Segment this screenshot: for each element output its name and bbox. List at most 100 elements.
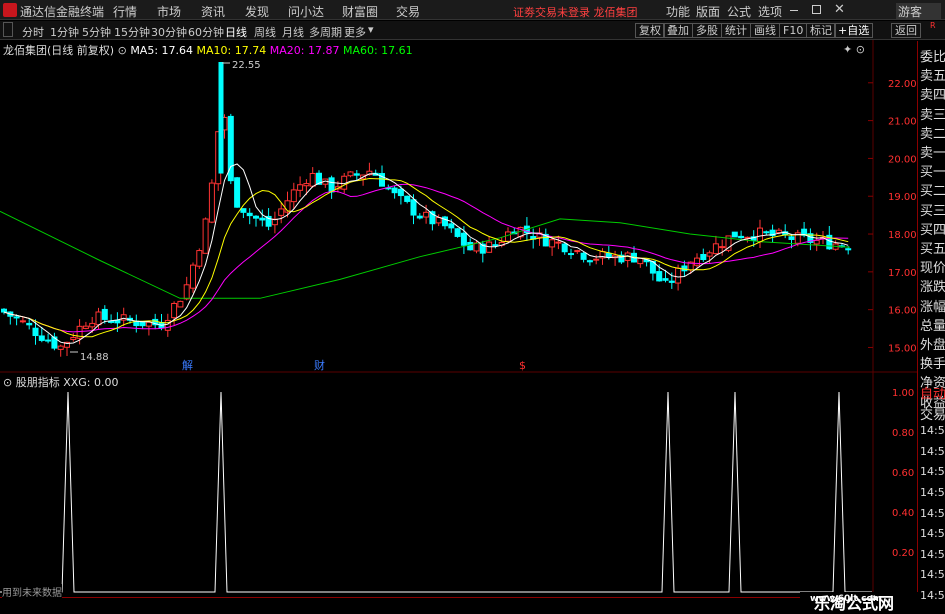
candle-body xyxy=(309,172,316,187)
panel-lower-0: 自动 xyxy=(920,387,945,402)
price-tick-label: 22.00 xyxy=(888,79,917,90)
minimize-icon[interactable] xyxy=(790,10,798,11)
panel-lower-8: 14:56 xyxy=(920,547,945,561)
candle-body xyxy=(656,271,663,282)
panel-row-11: 现价 xyxy=(920,261,945,277)
stock-label[interactable]: 龙佰集团(日线 前复权) xyxy=(3,44,114,57)
tab-daily[interactable]: 日线 xyxy=(225,24,247,40)
chart-options-icon[interactable]: ✦ ⊙ xyxy=(843,43,865,56)
draw-button[interactable]: 画线 xyxy=(750,23,780,38)
price-grid xyxy=(0,40,918,597)
tab-5min[interactable]: 5分钟 xyxy=(82,24,111,40)
fuquan-button[interactable]: 复权 xyxy=(635,23,665,38)
candle-body xyxy=(101,308,108,320)
candle-body xyxy=(662,278,669,281)
panel-row-14: 总量 xyxy=(920,318,945,334)
candle-body xyxy=(675,267,682,284)
candle-body xyxy=(731,231,738,238)
candle-body xyxy=(303,183,310,187)
menu-item-wenxiaoda[interactable]: 问小达 xyxy=(288,3,324,20)
candle-body xyxy=(467,241,474,251)
candle-body xyxy=(353,173,360,176)
xxg-indicator-line xyxy=(0,391,872,593)
multi-stock-button[interactable]: 多股 xyxy=(692,23,722,38)
event-marker-dollar[interactable]: $ xyxy=(519,359,526,372)
menu-item-zixun[interactable]: 资讯 xyxy=(201,3,225,20)
tab-60min[interactable]: 60分钟 xyxy=(188,24,224,40)
overlay-button[interactable]: 叠加 xyxy=(663,23,693,38)
candle-body xyxy=(568,253,574,256)
mark-button[interactable]: 标记 xyxy=(806,23,836,38)
guest-button[interactable]: 游客 xyxy=(896,3,941,20)
candle-body xyxy=(1,308,7,313)
indicator-header: ⊙ 股朋指标 XXG: 0.00 xyxy=(3,374,119,390)
ma10-label: MA10: 17.74 xyxy=(196,44,267,57)
candle-body xyxy=(108,320,115,323)
candle-body xyxy=(171,302,178,319)
price-tick-label: 21.00 xyxy=(888,117,917,128)
tab-monthly[interactable]: 月线 xyxy=(282,24,304,40)
back-button[interactable]: 返回 xyxy=(891,23,921,38)
candle-body xyxy=(397,188,404,197)
menu-item-gongshi[interactable]: 公式 xyxy=(727,3,751,20)
app-logo-icon xyxy=(3,3,17,17)
price-tick-label: 20.00 xyxy=(888,154,917,165)
menu-item-jiaoyi[interactable]: 交易 xyxy=(396,3,420,20)
menu-item-shichang[interactable]: 市场 xyxy=(157,3,181,20)
ma5-line xyxy=(3,163,849,345)
candle-body xyxy=(505,231,511,242)
menu-item-banmian[interactable]: 版面 xyxy=(696,3,720,20)
candle-body xyxy=(448,223,455,229)
maximize-icon[interactable] xyxy=(812,5,821,14)
candle-body xyxy=(410,199,417,216)
panel-row-10: 买五 xyxy=(920,242,945,257)
close-icon[interactable]: ✕ xyxy=(834,2,845,17)
panel-top-label: R xyxy=(930,21,936,30)
sidebar-toggle-icon[interactable] xyxy=(3,22,13,37)
tab-weekly[interactable]: 周线 xyxy=(254,24,276,40)
indicator-settings-icon[interactable]: ⊙ xyxy=(3,376,12,389)
tab-30min[interactable]: 30分钟 xyxy=(151,24,187,40)
panel-lower-9: 14:56 xyxy=(920,568,945,582)
tab-1min[interactable]: 1分钟 xyxy=(50,24,79,40)
more-dropdown-icon[interactable]: ▾ xyxy=(368,23,374,36)
indicator-label[interactable]: 股朋指标 XXG: 0.00 xyxy=(16,376,119,389)
tab-fenshi[interactable]: 分时 xyxy=(22,24,44,40)
menu-item-faxian[interactable]: 发现 xyxy=(245,3,269,20)
panel-row-12: 涨跌 xyxy=(920,280,945,296)
candle-body xyxy=(486,241,493,253)
event-marker-jie[interactable]: 解 xyxy=(182,358,193,372)
candle-body xyxy=(700,253,707,261)
panel-row-1: 卖五 xyxy=(920,69,945,85)
price-tick-label: 15.00 xyxy=(888,343,917,354)
indicator-tick-label: 1.00 xyxy=(892,388,914,399)
indicator-axis: 1.00 0.80 0.60 0.40 0.20 xyxy=(892,388,914,559)
candle-body xyxy=(593,258,600,261)
kline-chart-area[interactable]: 22.00 21.00 20.00 19.00 18.00 17.00 16.00 15.00… xyxy=(0,40,918,597)
panel-row-3: 卖三 xyxy=(920,107,945,123)
event-marker-cai[interactable]: 财 xyxy=(314,358,325,372)
candle-body xyxy=(738,235,745,239)
candle-body xyxy=(416,215,423,219)
tab-more[interactable]: 更多 xyxy=(344,24,366,40)
candle-body xyxy=(694,257,700,266)
menu-item-hangqing[interactable]: 行情 xyxy=(113,3,137,20)
stats-button[interactable]: 统计 xyxy=(721,23,751,38)
menu-item-gongneng[interactable]: 功能 xyxy=(666,3,690,20)
menu-item-caifuquan[interactable]: 财富圈 xyxy=(342,3,378,20)
price-axis: 22.00 21.00 20.00 19.00 18.00 17.00 16.00 15.00 xyxy=(868,79,917,354)
candle-body xyxy=(240,208,247,213)
add-watchlist-button[interactable]: +自选 xyxy=(834,23,874,38)
panel-row-7: 买二 xyxy=(920,184,945,200)
tab-multi-period[interactable]: 多周期 xyxy=(309,24,342,40)
f10-button[interactable]: F10 xyxy=(779,23,808,38)
menu-bar: 通达信金融终端 行情 市场 资讯 发现 问小达 财富圈 交易 证劵交易未登录 龙… xyxy=(0,0,945,20)
tab-15min[interactable]: 15分钟 xyxy=(114,24,150,40)
login-notice[interactable]: 证劵交易未登录 龙佰集团 xyxy=(513,4,638,20)
candle-body xyxy=(391,187,398,194)
ma60-label: MA60: 17.61 xyxy=(342,44,413,57)
menu-item-xuanxiang[interactable]: 选项 xyxy=(758,3,782,20)
settings-icon[interactable]: ⊙ xyxy=(118,44,127,57)
price-tick-label: 18.00 xyxy=(888,230,917,241)
chart-header: 龙佰集团(日线 前复权) ⊙ MA5: 17.64 MA10: 17.74 MA… xyxy=(3,42,413,58)
